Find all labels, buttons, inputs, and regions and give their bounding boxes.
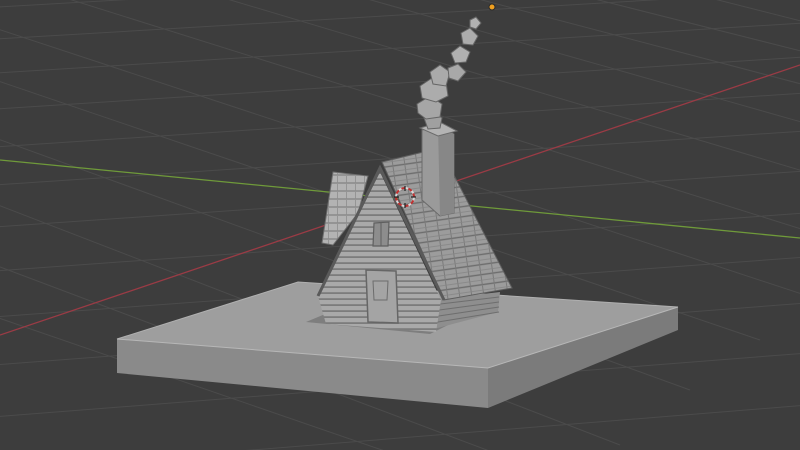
window (372, 221, 390, 247)
chimney[interactable] (418, 121, 459, 217)
object-origin-marker[interactable] (488, 3, 496, 11)
door (365, 269, 399, 324)
viewport-canvas[interactable] (0, 0, 800, 450)
3d-viewport[interactable] (0, 0, 800, 450)
